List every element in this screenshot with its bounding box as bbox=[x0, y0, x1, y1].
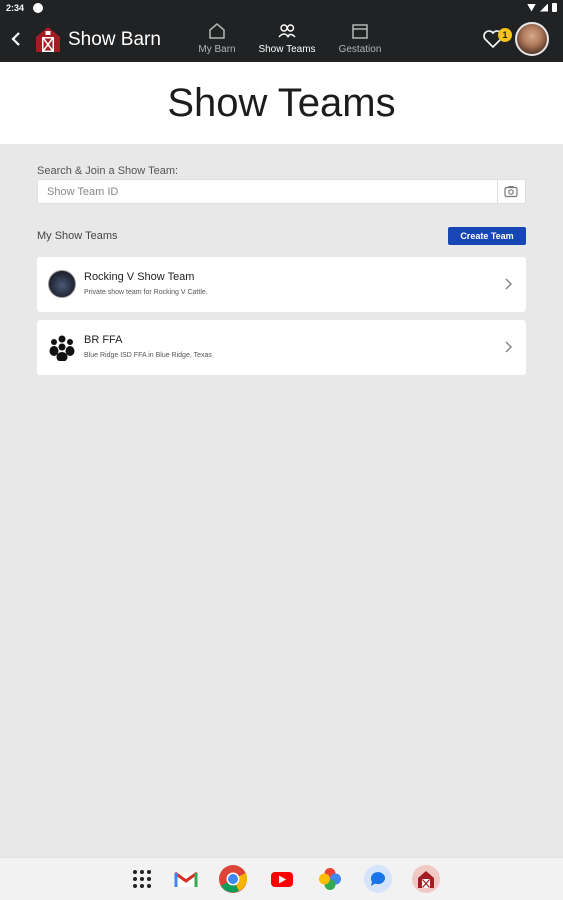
create-team-button[interactable]: Create Team bbox=[448, 227, 526, 245]
team-description: Private show team for Rocking V Cattle. bbox=[84, 289, 208, 296]
status-bar: 2:34 bbox=[0, 0, 563, 18]
nav-tab-my-barn[interactable]: My Barn bbox=[177, 22, 257, 55]
team-name: Rocking V Show Team bbox=[84, 271, 195, 283]
battery-icon bbox=[552, 3, 557, 12]
show-barn-app-icon[interactable] bbox=[411, 864, 441, 894]
wifi-icon bbox=[527, 3, 536, 12]
photos-icon[interactable] bbox=[315, 864, 345, 894]
group-icon bbox=[48, 333, 76, 362]
team-card[interactable]: Rocking V Show Team Private show team fo… bbox=[37, 257, 526, 312]
page-title: Show Teams bbox=[167, 81, 396, 125]
chrome-icon[interactable] bbox=[218, 864, 248, 894]
team-name: BR FFA bbox=[84, 334, 123, 346]
camera-scan-button[interactable] bbox=[500, 184, 522, 199]
nav-label-my-barn: My Barn bbox=[198, 44, 236, 55]
search-label: Search & Join a Show Team: bbox=[37, 165, 179, 177]
home-icon bbox=[209, 23, 225, 39]
nav-tab-gestation[interactable]: Gestation bbox=[320, 22, 400, 55]
nav-tab-show-teams[interactable]: Show Teams bbox=[247, 22, 327, 55]
nav-label-gestation: Gestation bbox=[338, 44, 382, 55]
my-show-teams-label: My Show Teams bbox=[37, 230, 118, 242]
user-avatar[interactable] bbox=[515, 22, 549, 56]
back-arrow-icon[interactable] bbox=[8, 29, 26, 49]
app-drawer-icon[interactable] bbox=[127, 864, 157, 894]
app-title: Show Barn bbox=[68, 29, 161, 50]
chevron-right-icon bbox=[503, 277, 513, 291]
team-card[interactable]: BR FFA Blue Ridge ISD FFA in Blue Ridge,… bbox=[37, 320, 526, 375]
search-box bbox=[37, 179, 526, 204]
messages-icon[interactable] bbox=[363, 864, 393, 894]
youtube-icon[interactable] bbox=[267, 864, 297, 894]
team-description: Blue Ridge ISD FFA in Blue Ridge, Texas bbox=[84, 352, 212, 359]
status-icons bbox=[527, 3, 557, 12]
show-team-id-input[interactable] bbox=[38, 180, 497, 203]
barn-logo-icon bbox=[34, 25, 62, 53]
people-icon bbox=[278, 24, 296, 38]
favorites-badge: 1 bbox=[498, 28, 512, 42]
nav-label-show-teams: Show Teams bbox=[258, 44, 316, 55]
calendar-icon bbox=[352, 24, 368, 39]
gmail-icon[interactable] bbox=[171, 864, 201, 894]
notification-icon bbox=[33, 3, 43, 13]
page-header: Show Teams bbox=[0, 62, 563, 144]
search-divider bbox=[497, 180, 498, 203]
signal-icon bbox=[540, 3, 548, 12]
app-bar: Show Barn My Barn Show Teams Gestation 1 bbox=[0, 18, 563, 62]
chevron-right-icon bbox=[503, 340, 513, 354]
app-dock bbox=[0, 857, 563, 900]
status-time: 2:34 bbox=[6, 3, 25, 13]
team-photo-avatar bbox=[48, 270, 76, 298]
camera-icon bbox=[504, 186, 518, 198]
